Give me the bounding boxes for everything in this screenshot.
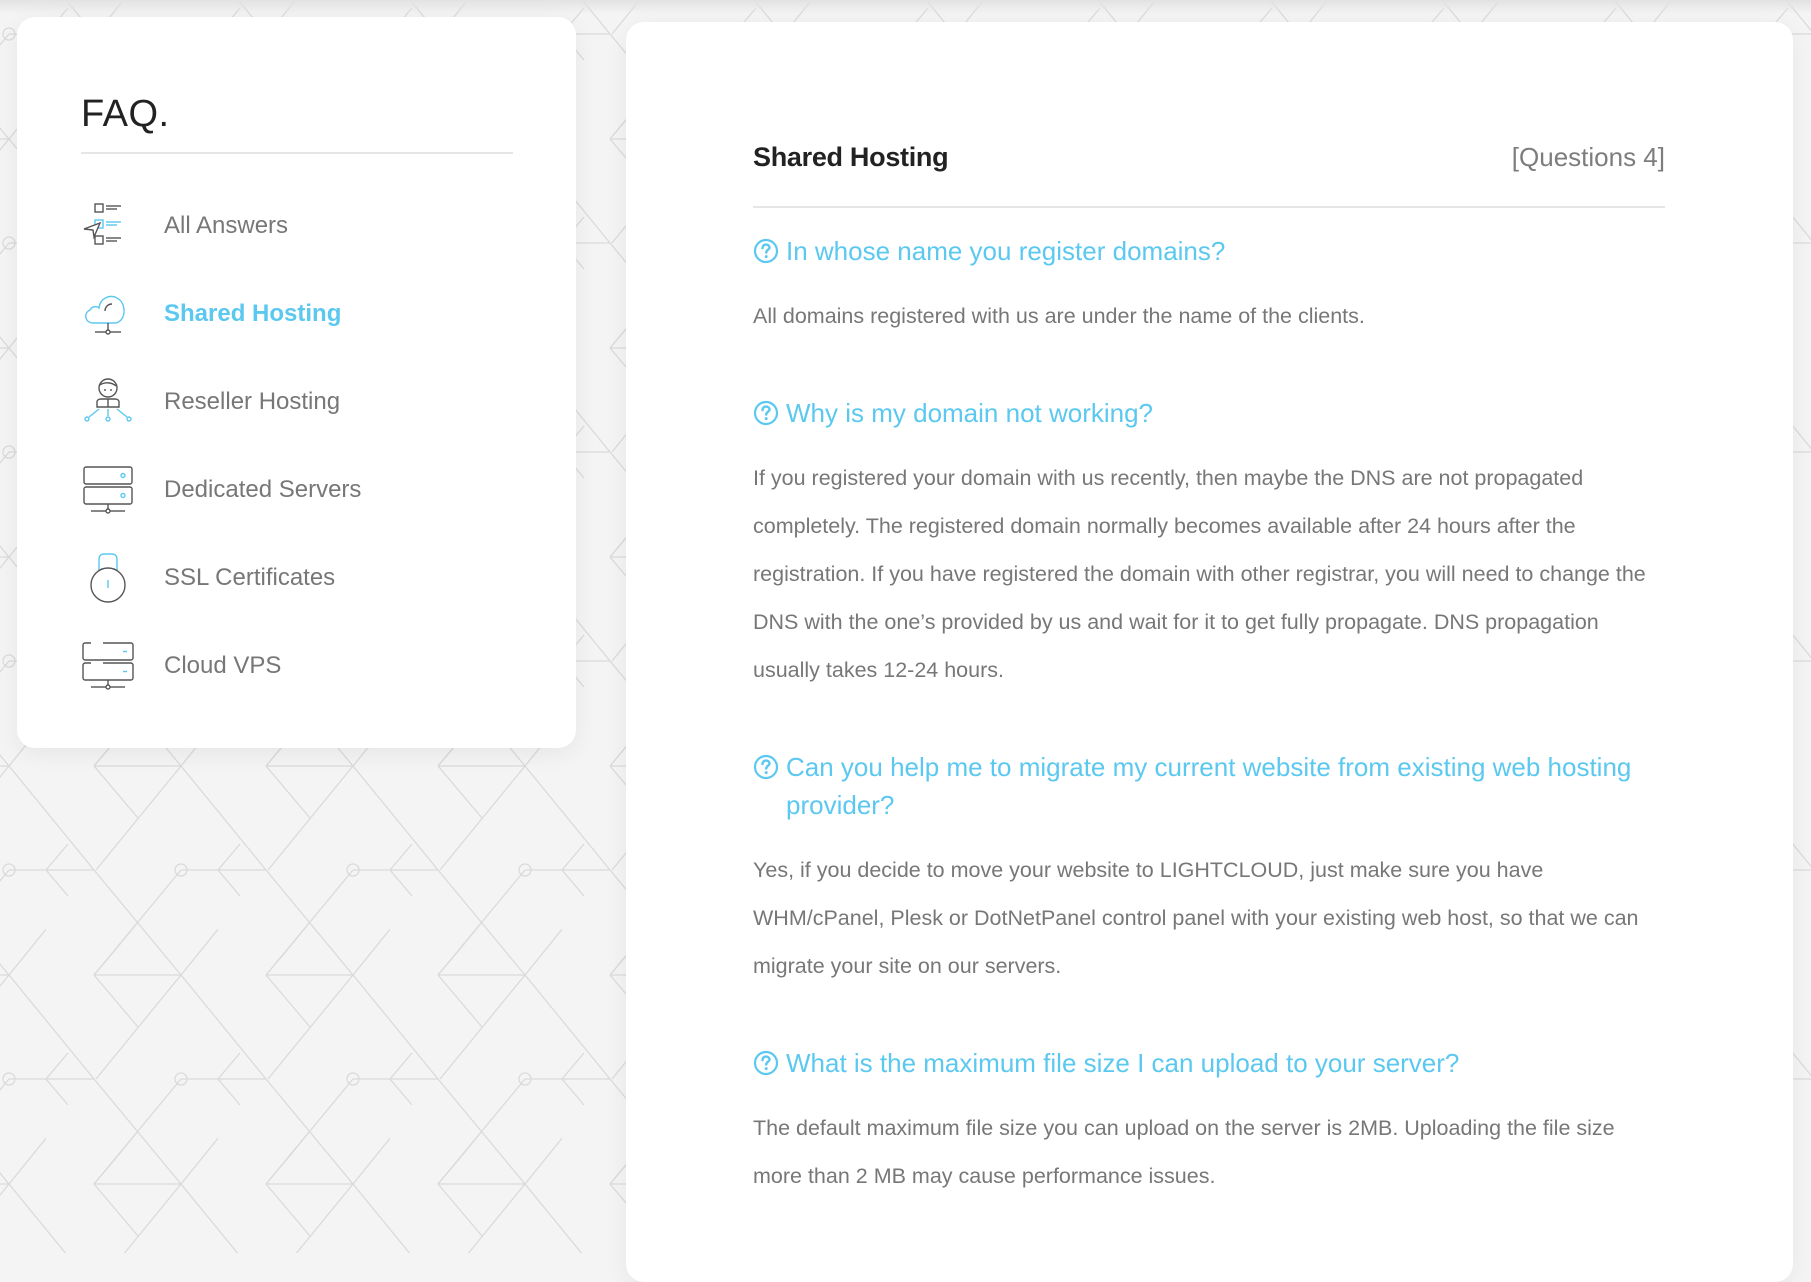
padlock-icon: [90, 553, 126, 603]
question-circle-icon: [753, 754, 779, 780]
faq-answer: All domains registered with us are under…: [753, 304, 1365, 328]
faq-question-text: In whose name you register domains?: [786, 236, 1226, 266]
faq-item: Can you help me to migrate my current we…: [753, 748, 1665, 990]
faq-question-text: Can you help me to migrate my current we…: [786, 752, 1632, 820]
question-circle-icon: [753, 238, 779, 264]
nav-label: All Answers: [164, 212, 289, 239]
faq-item: Why is my domain not working? If you reg…: [753, 394, 1665, 694]
cloud-network-icon: [85, 295, 125, 335]
server-stack-icon: [83, 466, 133, 514]
faq-item: In whose name you register domains? All …: [753, 232, 1665, 340]
faq-question[interactable]: In whose name you register domains?: [753, 232, 1665, 270]
faq-sidebar: FAQ. All Answers Shared Hosting Reseller…: [17, 17, 576, 748]
section-title: Shared Hosting: [753, 142, 949, 172]
nav-item-shared-hosting[interactable]: Shared Hosting: [81, 270, 521, 358]
faq-question-text: What is the maximum file size I can uplo…: [786, 1048, 1460, 1078]
nav-label: Shared Hosting: [164, 300, 342, 327]
faq-list: In whose name you register domains? All …: [753, 232, 1665, 1200]
faq-answer: If you registered your domain with us re…: [753, 466, 1646, 682]
nav-label: Cloud VPS: [164, 652, 282, 679]
faq-content-panel: Shared Hosting [Questions 4] In whose na…: [626, 22, 1793, 1282]
cloud-server-icon: [82, 642, 134, 690]
nav-label: Reseller Hosting: [164, 388, 341, 415]
question-circle-icon: [753, 1050, 779, 1076]
faq-question[interactable]: Can you help me to migrate my current we…: [753, 748, 1665, 824]
faq-question[interactable]: Why is my domain not working?: [753, 394, 1665, 432]
nav-item-dedicated-servers[interactable]: Dedicated Servers: [81, 446, 521, 534]
nav-item-cloud-vps[interactable]: Cloud VPS: [81, 622, 521, 710]
top-shadow: [0, 0, 1811, 14]
faq-item: What is the maximum file size I can uplo…: [753, 1044, 1665, 1200]
nav-label: Dedicated Servers: [164, 476, 362, 503]
nav-item-ssl-certificates[interactable]: SSL Certificates: [81, 534, 521, 622]
faq-answer: The default maximum file size you can up…: [753, 1116, 1615, 1188]
faq-answer: Yes, if you decide to move your website …: [753, 858, 1639, 978]
faq-question[interactable]: What is the maximum file size I can uplo…: [753, 1044, 1665, 1082]
section-header: Shared Hosting [Questions 4]: [753, 142, 1665, 208]
user-network-icon: [84, 378, 132, 422]
nav-item-reseller-hosting[interactable]: Reseller Hosting: [81, 358, 521, 446]
question-circle-icon: [753, 400, 779, 426]
question-count: [Questions 4]: [1511, 142, 1665, 172]
sidebar-divider: [81, 152, 513, 154]
nav-item-all-answers[interactable]: All Answers: [81, 182, 521, 270]
nav-label: SSL Certificates: [164, 564, 336, 591]
faq-category-nav: All Answers Shared Hosting Reseller Host…: [81, 182, 521, 710]
checklist-cursor-icon: [83, 203, 121, 245]
faq-question-text: Why is my domain not working?: [786, 398, 1154, 428]
sidebar-title: FAQ.: [81, 93, 170, 135]
